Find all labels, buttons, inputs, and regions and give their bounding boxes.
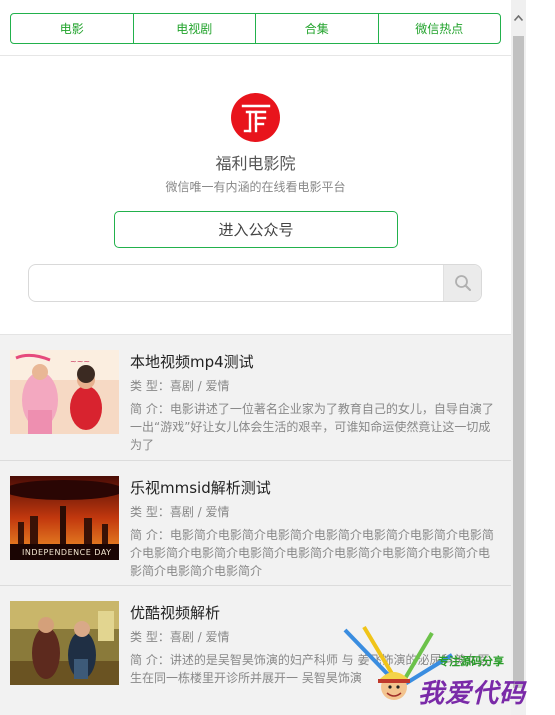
- site-name: 福利电影院: [215, 154, 296, 173]
- watermark-tagline: 专注源码分享: [438, 655, 504, 668]
- movie-title[interactable]: 优酷视频解析: [130, 602, 220, 623]
- tab-movies[interactable]: 电影: [11, 14, 134, 43]
- movie-poster[interactable]: [10, 601, 119, 685]
- movie-title[interactable]: 本地视频mp4测试: [130, 351, 254, 372]
- list-item[interactable]: INDEPENDENCE DAY 乐视mmsid解析测试 类 型：喜剧 / 爱情…: [0, 460, 511, 584]
- movie-poster[interactable]: INDEPENDENCE DAY: [10, 476, 119, 560]
- fuli-logo-icon: [231, 93, 280, 142]
- scrollbar-thumb[interactable]: [513, 36, 524, 688]
- svg-text:~~~: ~~~: [70, 357, 90, 366]
- category-tabs: 电影 电视剧 合集 微信热点: [10, 13, 501, 44]
- list-item[interactable]: ~~~ 本地视频mp4测试 类 型：喜剧 / 爱情 简 介：电影讲述了一位著名企…: [0, 335, 511, 459]
- search-button[interactable]: [443, 265, 481, 301]
- header-divider: [0, 55, 511, 56]
- vertical-scrollbar[interactable]: [511, 0, 526, 715]
- search-bar: [28, 264, 482, 302]
- watermark: 专注源码分享 我爱代码: [340, 625, 555, 715]
- tab-collections[interactable]: 合集: [256, 14, 379, 43]
- window-margin: [526, 0, 555, 715]
- svg-text:INDEPENDENCE DAY: INDEPENDENCE DAY: [22, 548, 112, 557]
- tab-wechat-hot[interactable]: 微信热点: [379, 14, 501, 43]
- watermark-brand: 我爱代码: [418, 679, 527, 709]
- movie-description: 简 介：电影简介电影简介电影简介电影简介电影简介电影简介电影简介电影简介电影简介…: [130, 528, 494, 578]
- page: 电影 电视剧 合集 微信热点 福利电影院 微信唯一有内涵的在线看电影平台 进入公…: [0, 0, 511, 715]
- site-slogan: 微信唯一有内涵的在线看电影平台: [165, 180, 346, 194]
- search-icon: [454, 275, 471, 291]
- movie-poster[interactable]: ~~~: [10, 350, 119, 434]
- movie-title[interactable]: 乐视mmsid解析测试: [130, 477, 271, 498]
- movie-description: 简 介：电影讲述了一位著名企业家为了教育自己的女儿，自导自演了一出“游戏”好让女…: [130, 402, 494, 452]
- movie-genre: 类 型：喜剧 / 爱情: [130, 505, 230, 519]
- scroll-up-arrow-icon[interactable]: [511, 0, 526, 36]
- follow-account-button[interactable]: 进入公众号: [114, 211, 398, 248]
- search-input[interactable]: [29, 265, 443, 301]
- movie-genre: 类 型：喜剧 / 爱情: [130, 379, 230, 393]
- tab-tv-series[interactable]: 电视剧: [134, 14, 256, 43]
- movie-genre: 类 型：喜剧 / 爱情: [130, 630, 230, 644]
